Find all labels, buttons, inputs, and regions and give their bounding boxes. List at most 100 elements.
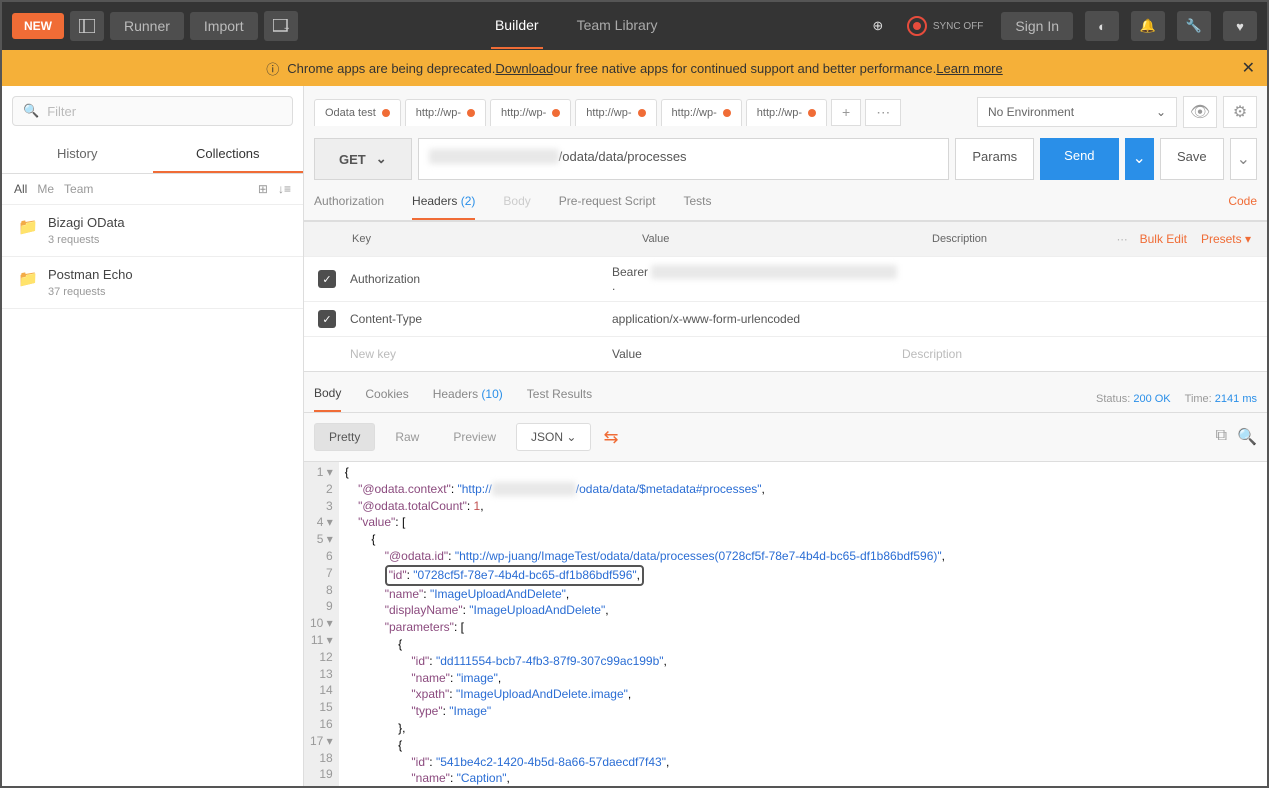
collection-item[interactable]: 📁 Bizagi OData 3 requests — [2, 205, 303, 257]
download-link[interactable]: Download — [495, 61, 553, 76]
unsaved-dot-icon — [552, 109, 560, 117]
import-button[interactable]: Import — [190, 12, 258, 40]
redacted-host: xxxxxxxxxxxxxxxxxxxx — [429, 149, 559, 164]
scope-me[interactable]: Me — [37, 182, 54, 196]
col-key: Key — [352, 233, 642, 245]
request-tab[interactable]: http://wp- — [746, 99, 827, 126]
tab-builder[interactable]: Builder — [491, 3, 543, 49]
sync-status-icon[interactable] — [907, 16, 927, 36]
browser-icon[interactable]: ◐ — [1085, 11, 1119, 41]
search-response-icon[interactable]: 🔍 — [1237, 427, 1257, 447]
new-collection-icon[interactable]: ⊞ — [258, 182, 268, 196]
resp-tab-tests[interactable]: Test Results — [527, 387, 592, 411]
checkbox-icon[interactable]: ✓ — [318, 270, 336, 288]
sign-in-button[interactable]: Sign In — [1001, 12, 1073, 40]
view-preview[interactable]: Preview — [439, 424, 510, 450]
search-icon: 🔍 — [23, 103, 39, 119]
chevron-down-icon: ⌄ — [1156, 105, 1166, 119]
learn-more-link[interactable]: Learn more — [936, 61, 1002, 76]
request-tab[interactable]: http://wp- — [661, 99, 742, 126]
capture-icon[interactable]: ⊕ — [861, 11, 895, 41]
sidebar: 🔍 Filter History Collections All Me Team… — [2, 86, 304, 786]
response-body: 1 ▾234 ▾5 ▾678910 ▾11 ▾121314151617 ▾181… — [304, 461, 1267, 786]
bulk-edit-link[interactable]: Bulk Edit — [1140, 232, 1187, 246]
url-input[interactable]: xxxxxxxxxxxxxxxxxxxx/odata/data/processe… — [418, 138, 950, 180]
code-link[interactable]: Code — [1228, 194, 1257, 220]
env-preview-button[interactable]: 👁 — [1183, 96, 1217, 128]
line-gutter: 1 ▾234 ▾5 ▾678910 ▾11 ▾121314151617 ▾181… — [304, 462, 339, 786]
env-settings-button[interactable]: ⚙ — [1223, 96, 1257, 128]
more-icon[interactable]: ⋯ — [1117, 233, 1128, 246]
view-raw[interactable]: Raw — [381, 424, 433, 450]
header-row[interactable]: ✓ Content-Type application/x-www-form-ur… — [304, 301, 1267, 336]
main-content: Odata test http://wp- http://wp- http://… — [304, 86, 1267, 786]
unsaved-dot-icon — [638, 109, 646, 117]
presets-dropdown[interactable]: Presets ▾ — [1201, 232, 1251, 246]
status-value: 200 OK — [1133, 393, 1170, 405]
scope-all[interactable]: All — [14, 182, 27, 196]
header-row-placeholder[interactable]: New key Value Description — [304, 336, 1267, 371]
runner-button[interactable]: Runner — [110, 12, 184, 40]
info-icon: ⓘ — [266, 59, 279, 78]
subtab-headers[interactable]: Headers (2) — [412, 194, 475, 220]
subtab-tests[interactable]: Tests — [683, 194, 711, 220]
subtab-prerequest[interactable]: Pre-request Script — [559, 194, 656, 220]
folder-icon: 📁 — [18, 269, 38, 289]
wrap-lines-icon[interactable]: ⇆ — [603, 427, 618, 448]
copy-icon[interactable]: ⧉ — [1216, 427, 1227, 447]
request-tabs: Odata test http://wp- http://wp- http://… — [314, 99, 971, 126]
unsaved-dot-icon — [382, 109, 390, 117]
unsaved-dot-icon — [808, 109, 816, 117]
subtab-authorization[interactable]: Authorization — [314, 194, 384, 220]
header-row[interactable]: ✓ Authorization Bearer xxxxxxxxxxxxxxxxx… — [304, 256, 1267, 301]
sort-icon[interactable]: ↓≡ — [278, 182, 291, 196]
request-tab[interactable]: http://wp- — [490, 99, 571, 126]
new-window-button[interactable]: + — [264, 11, 298, 41]
send-options-button[interactable]: ⌄ — [1125, 138, 1154, 180]
folder-icon: 📁 — [18, 217, 38, 237]
settings-icon[interactable]: 🔧 — [1177, 11, 1211, 41]
col-description: Description — [932, 233, 1117, 245]
params-button[interactable]: Params — [955, 138, 1034, 180]
deprecation-banner: ⓘ Chrome apps are being deprecated. Down… — [2, 50, 1267, 86]
format-select[interactable]: JSON ⌄ — [516, 423, 591, 451]
request-tab[interactable]: Odata test — [314, 99, 401, 126]
scope-team[interactable]: Team — [64, 182, 93, 196]
tab-options-button[interactable]: ⋯ — [865, 99, 901, 126]
sync-label: SYNC OFF — [933, 21, 984, 32]
svg-text:+: + — [284, 24, 289, 33]
sidebar-tab-collections[interactable]: Collections — [153, 136, 304, 173]
collection-item[interactable]: 📁 Postman Echo 37 requests — [2, 257, 303, 309]
json-content[interactable]: { "@odata.context": "http://xxxxxxxxxxxx… — [339, 462, 1267, 786]
method-select[interactable]: GET⌄ — [314, 138, 412, 180]
send-button[interactable]: Send — [1040, 138, 1118, 180]
tab-team-library[interactable]: Team Library — [573, 3, 662, 49]
unsaved-dot-icon — [467, 109, 475, 117]
redacted-token: xxxxxxxxxxxxxxxxxxxxxxxxxxxxxxxxxxxxxxxx… — [651, 265, 897, 279]
filter-input[interactable]: 🔍 Filter — [12, 96, 293, 126]
layout-toggle-button[interactable] — [70, 11, 104, 41]
time-value: 2141 ms — [1215, 393, 1257, 405]
close-banner-button[interactable]: ✕ — [1242, 58, 1255, 78]
notifications-icon[interactable]: 🔔 — [1131, 11, 1165, 41]
resp-tab-headers[interactable]: Headers (10) — [433, 387, 503, 411]
subtab-body[interactable]: Body — [503, 194, 530, 220]
view-pretty[interactable]: Pretty — [314, 423, 375, 451]
checkbox-icon[interactable]: ✓ — [318, 310, 336, 328]
environment-select[interactable]: No Environment⌄ — [977, 97, 1177, 127]
top-bar: NEW Runner Import + Builder Team Library… — [2, 2, 1267, 50]
new-tab-button[interactable]: + — [831, 99, 861, 126]
request-tab[interactable]: http://wp- — [405, 99, 486, 126]
heart-icon[interactable]: ♥ — [1223, 11, 1257, 41]
chevron-down-icon: ⌄ — [376, 151, 387, 167]
save-button[interactable]: Save — [1160, 138, 1224, 180]
resp-tab-body[interactable]: Body — [314, 386, 341, 412]
sidebar-tab-history[interactable]: History — [2, 136, 153, 173]
save-options-button[interactable]: ⌄ — [1230, 138, 1257, 180]
resp-tab-cookies[interactable]: Cookies — [365, 387, 408, 411]
new-button[interactable]: NEW — [12, 13, 64, 39]
unsaved-dot-icon — [723, 109, 731, 117]
headers-table: Key Value Description ⋯ Bulk Edit Preset… — [304, 221, 1267, 372]
request-tab[interactable]: http://wp- — [575, 99, 656, 126]
col-value: Value — [642, 233, 932, 245]
